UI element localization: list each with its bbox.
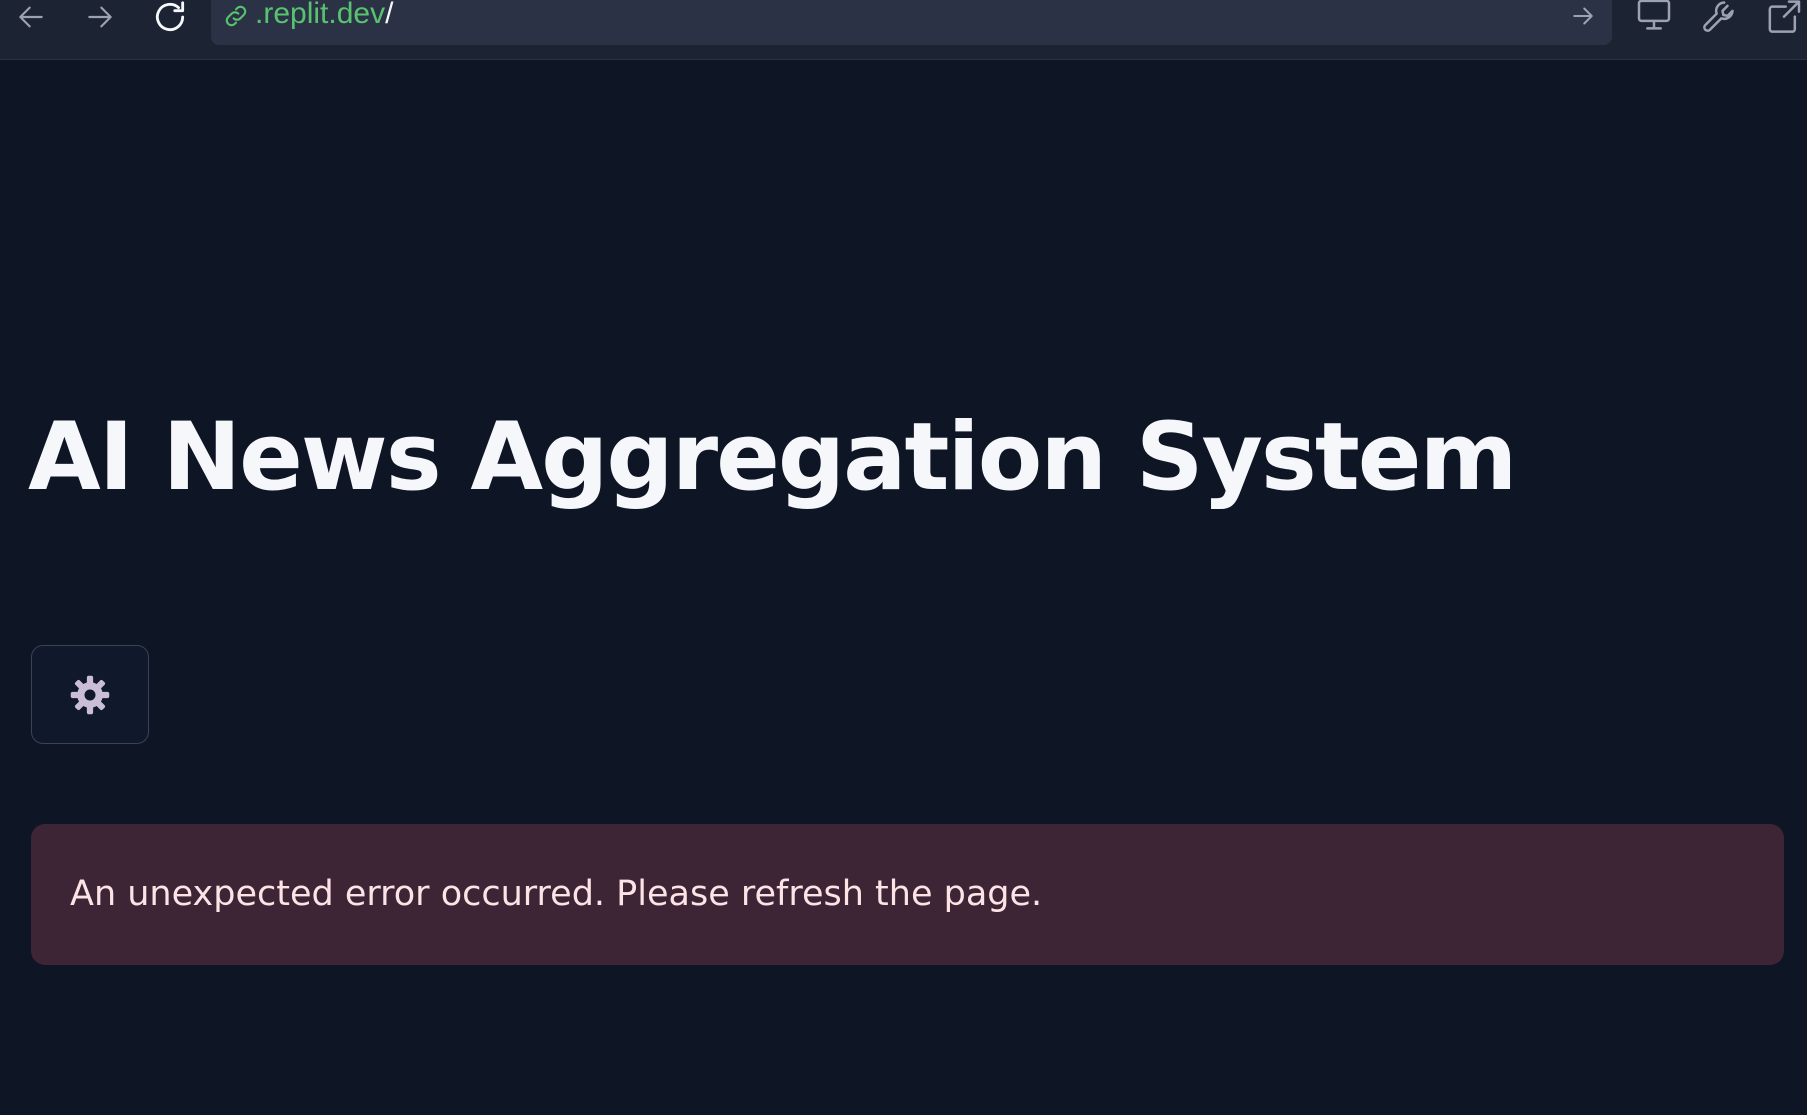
error-message: An unexpected error occurred. Please ref… [70, 874, 1043, 914]
url-domain: .replit.dev [255, 0, 386, 30]
monitor-icon [1637, 0, 1671, 30]
gear-icon [70, 675, 110, 714]
url-text: .replit.dev/ [255, 0, 393, 34]
browser-toolbar: .replit.dev/ [0, 0, 1807, 60]
url-bar[interactable]: .replit.dev/ [211, 0, 1612, 45]
link-icon [225, 5, 247, 27]
forward-button[interactable] [80, 0, 120, 34]
wrench-icon [1703, 1, 1734, 32]
external-link-icon [1768, 0, 1801, 33]
devtools-button[interactable] [1698, 0, 1742, 36]
reload-icon [155, 1, 185, 32]
arrow-right-icon [88, 6, 112, 28]
url-path: / [385, 0, 394, 30]
settings-button[interactable] [31, 645, 149, 744]
open-external-button[interactable] [1762, 0, 1806, 36]
arrow-left-icon [19, 6, 43, 28]
arrow-right-icon[interactable] [1568, 1, 1598, 31]
devices-button[interactable] [1632, 0, 1676, 36]
back-button[interactable] [11, 0, 51, 34]
error-alert: An unexpected error occurred. Please ref… [31, 824, 1784, 965]
reload-button[interactable] [150, 0, 190, 34]
page-title: AI News Aggregation System [28, 403, 1517, 512]
